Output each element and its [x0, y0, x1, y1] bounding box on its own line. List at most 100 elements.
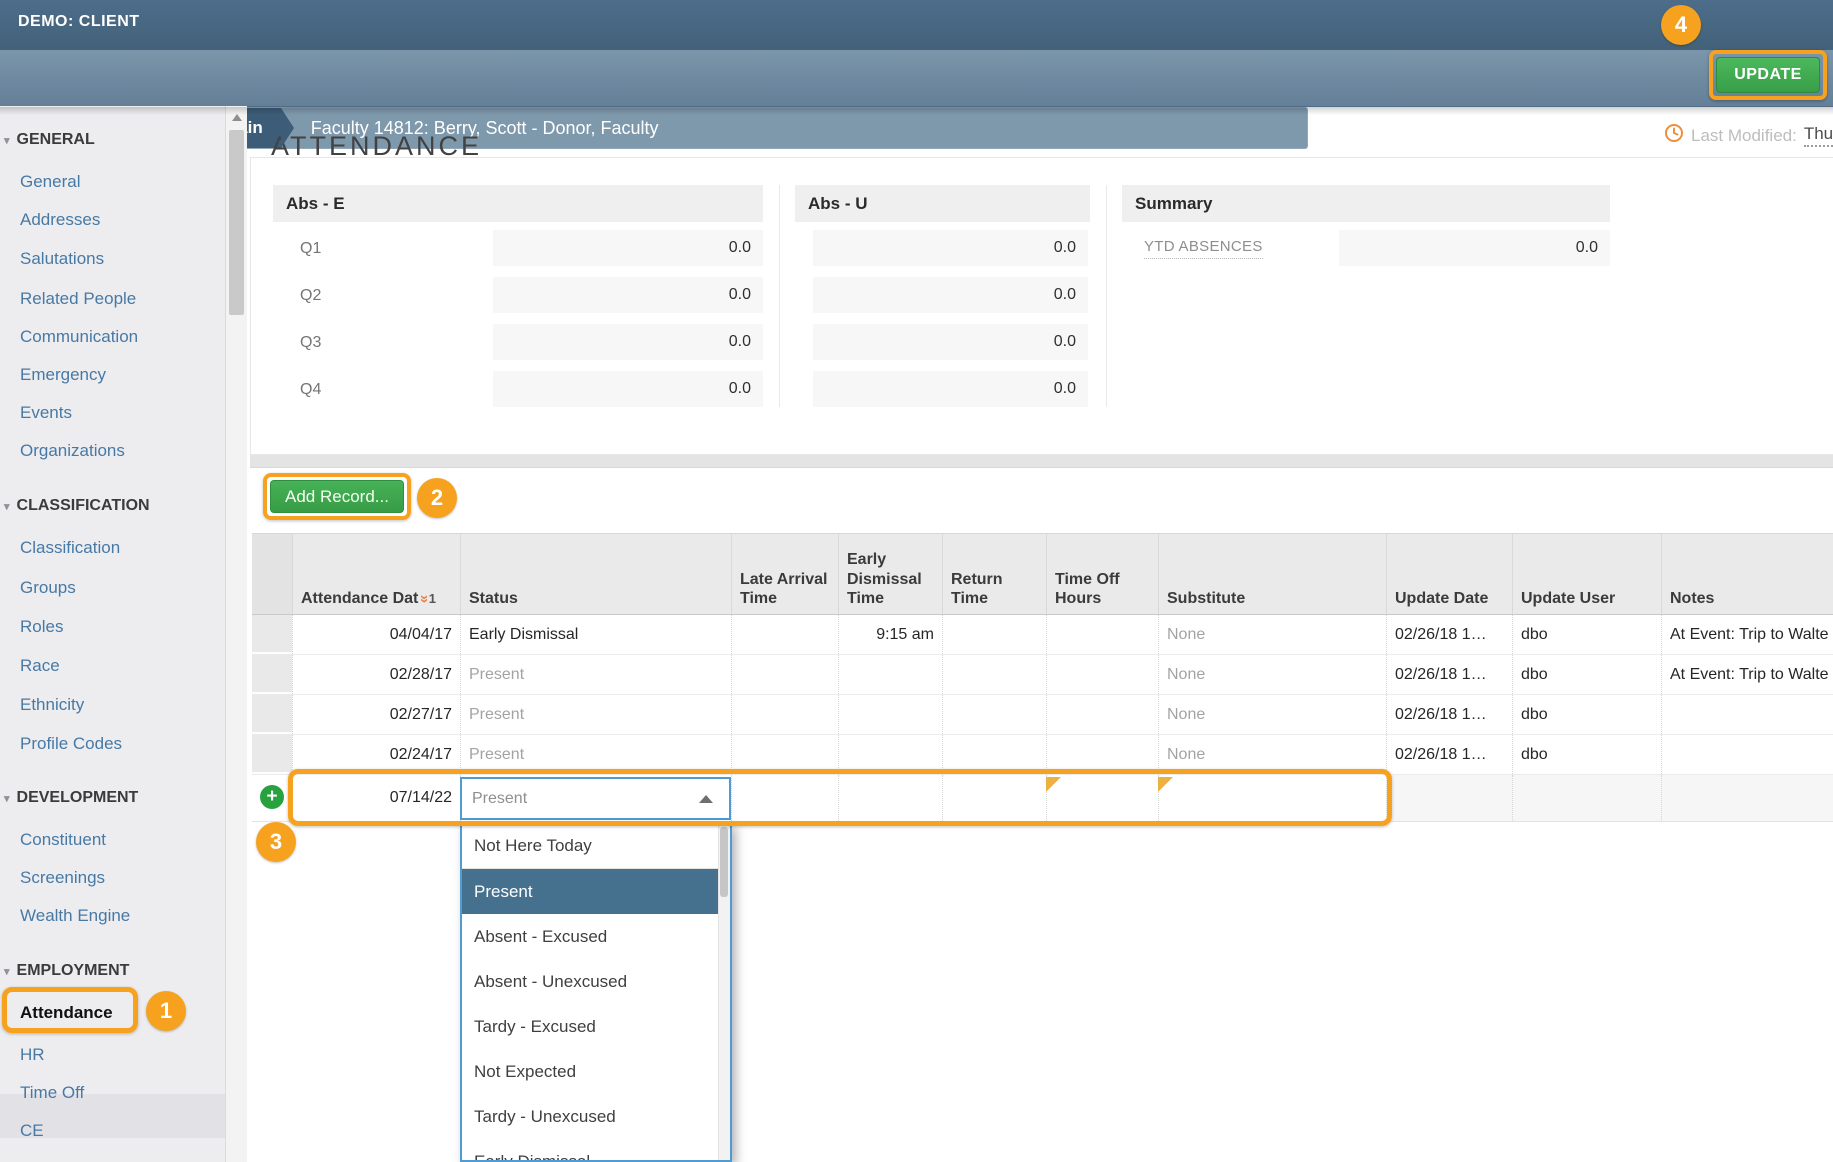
return-time-cell[interactable]: [942, 615, 1046, 654]
add-record-button[interactable]: Add Record...: [270, 480, 404, 513]
scroll-up-icon[interactable]: [232, 114, 242, 121]
last-modified-value[interactable]: Thu: [1804, 124, 1833, 147]
sidebar-item-hr[interactable]: HR: [20, 1045, 45, 1065]
sidebar-item-roles[interactable]: Roles: [20, 617, 63, 637]
ytd-absences-label[interactable]: YTD ABSENCES: [1144, 238, 1263, 259]
sidebar-item-addresses[interactable]: Addresses: [20, 210, 100, 230]
substitute-cell[interactable]: None: [1158, 695, 1386, 734]
sidebar-item-communication[interactable]: Communication: [20, 327, 138, 347]
notes-cell[interactable]: At Event: Trip to Walte: [1661, 615, 1833, 654]
time-off-hours-cell[interactable]: [1046, 695, 1158, 734]
early-dismissal-cell[interactable]: [838, 655, 942, 694]
sidebar-section-employment[interactable]: ▾ EMPLOYMENT: [4, 962, 129, 980]
status-cell[interactable]: Present: [460, 735, 731, 774]
dropdown-scrollbar[interactable]: [718, 824, 730, 1160]
sidebar-item-time-off[interactable]: Time Off: [20, 1083, 84, 1103]
attendance-date-cell[interactable]: 02/28/17: [292, 655, 460, 694]
status-option-early-dismissal[interactable]: Early Dismissal: [462, 1139, 730, 1162]
status-cell[interactable]: Present: [460, 655, 731, 694]
sidebar-scrollbar[interactable]: [225, 106, 247, 1162]
add-row-icon[interactable]: +: [260, 785, 284, 809]
sidebar-item-wealth-engine[interactable]: Wealth Engine: [20, 906, 130, 926]
row-selector-cell[interactable]: [252, 735, 292, 774]
row-selector-cell[interactable]: [252, 695, 292, 734]
row-selector-cell[interactable]: [252, 615, 292, 654]
time-off-hours-cell[interactable]: [1046, 775, 1158, 821]
sidebar-section-general[interactable]: ▾ GENERAL: [4, 131, 95, 149]
dropdown-collapse-arrow-icon[interactable]: [699, 795, 713, 803]
sidebar-section-development[interactable]: ▾ DEVELOPMENT: [4, 789, 138, 807]
late-arrival-cell[interactable]: [731, 615, 838, 654]
column-header-notes[interactable]: Notes: [1661, 534, 1833, 614]
status-option-not-here-today[interactable]: Not Here Today: [462, 824, 730, 869]
attendance-date-input[interactable]: 07/14/22: [292, 775, 460, 821]
status-cell[interactable]: Early Dismissal: [460, 615, 731, 654]
next-record-icon[interactable]: »: [1608, 114, 1622, 140]
sidebar-item-screenings[interactable]: Screenings: [20, 868, 105, 888]
status-option-absent-excused[interactable]: Absent - Excused: [462, 914, 730, 959]
prev-record-icon[interactable]: «: [1546, 114, 1560, 140]
status-option-absent-unexcused[interactable]: Absent - Unexcused: [462, 959, 730, 1004]
column-header-attendance-date[interactable]: Attendance Dat«1: [292, 534, 460, 614]
late-arrival-cell[interactable]: [731, 735, 838, 774]
sidebar-item-ce[interactable]: CE: [20, 1121, 44, 1141]
sidebar-item-general[interactable]: General: [20, 172, 80, 192]
sidebar-item-ethnicity[interactable]: Ethnicity: [20, 695, 84, 715]
substitute-cell[interactable]: [1158, 775, 1386, 821]
time-off-hours-cell[interactable]: [1046, 655, 1158, 694]
column-header-early-dismissal[interactable]: Early Dismissal Time: [838, 534, 942, 614]
sidebar-item-profile-codes[interactable]: Profile Codes: [20, 734, 122, 754]
substitute-cell[interactable]: None: [1158, 735, 1386, 774]
attendance-date-cell[interactable]: 04/04/17: [292, 615, 460, 654]
sidebar-item-attendance[interactable]: Attendance: [20, 1003, 113, 1023]
scrollbar-thumb[interactable]: [229, 130, 244, 315]
notes-cell[interactable]: [1661, 735, 1833, 774]
substitute-cell[interactable]: None: [1158, 655, 1386, 694]
attendance-date-cell[interactable]: 02/27/17: [292, 695, 460, 734]
scrollbar-thumb[interactable]: [720, 827, 728, 897]
sidebar-item-organizations[interactable]: Organizations: [20, 441, 125, 461]
column-header-update-user[interactable]: Update User: [1512, 534, 1661, 614]
status-dropdown-input[interactable]: Present: [460, 777, 731, 820]
notes-cell[interactable]: At Event: Trip to Walte: [1661, 655, 1833, 694]
time-off-hours-cell[interactable]: [1046, 615, 1158, 654]
sidebar-item-salutations[interactable]: Salutations: [20, 249, 104, 269]
column-header-update-date[interactable]: Update Date: [1386, 534, 1512, 614]
status-option-present[interactable]: Present: [462, 869, 730, 914]
column-header-return-time[interactable]: Return Time: [942, 534, 1046, 614]
return-time-cell[interactable]: [942, 735, 1046, 774]
column-header-late-arrival[interactable]: Late Arrival Time: [731, 534, 838, 614]
return-time-cell[interactable]: [942, 775, 1046, 821]
early-dismissal-cell[interactable]: 9:15 am: [838, 615, 942, 654]
status-option-not-expected[interactable]: Not Expected: [462, 1049, 730, 1094]
update-button[interactable]: UPDATE: [1716, 57, 1820, 93]
column-header-substitute[interactable]: Substitute: [1158, 534, 1386, 614]
return-time-cell[interactable]: [942, 655, 1046, 694]
early-dismissal-cell[interactable]: [838, 775, 942, 821]
late-arrival-cell[interactable]: [731, 775, 838, 821]
sidebar-item-events[interactable]: Events: [20, 403, 72, 423]
status-option-tardy-unexcused[interactable]: Tardy - Unexcused: [462, 1094, 730, 1139]
sidebar-item-race[interactable]: Race: [20, 656, 60, 676]
time-off-hours-cell[interactable]: [1046, 735, 1158, 774]
row-selector-cell[interactable]: [252, 655, 292, 694]
attendance-date-cell[interactable]: 02/24/17: [292, 735, 460, 774]
sidebar-item-constituent[interactable]: Constituent: [20, 830, 106, 850]
status-option-tardy-excused[interactable]: Tardy - Excused: [462, 1004, 730, 1049]
return-time-cell[interactable]: [942, 695, 1046, 734]
late-arrival-cell[interactable]: [731, 655, 838, 694]
sidebar-item-emergency[interactable]: Emergency: [20, 365, 106, 385]
notes-cell[interactable]: [1661, 695, 1833, 734]
status-cell[interactable]: Present: [460, 695, 731, 734]
column-header-time-off-hours[interactable]: Time Off Hours: [1046, 534, 1158, 614]
early-dismissal-cell[interactable]: [838, 695, 942, 734]
sidebar-item-related-people[interactable]: Related People: [20, 289, 136, 309]
sidebar-section-classification[interactable]: ▾ CLASSIFICATION: [4, 497, 150, 515]
column-header-status[interactable]: Status: [460, 534, 731, 614]
early-dismissal-cell[interactable]: [838, 735, 942, 774]
substitute-cell[interactable]: None: [1158, 615, 1386, 654]
notes-cell[interactable]: [1661, 775, 1833, 821]
sidebar-item-groups[interactable]: Groups: [20, 578, 76, 598]
sidebar-item-classification[interactable]: Classification: [20, 538, 120, 558]
late-arrival-cell[interactable]: [731, 695, 838, 734]
